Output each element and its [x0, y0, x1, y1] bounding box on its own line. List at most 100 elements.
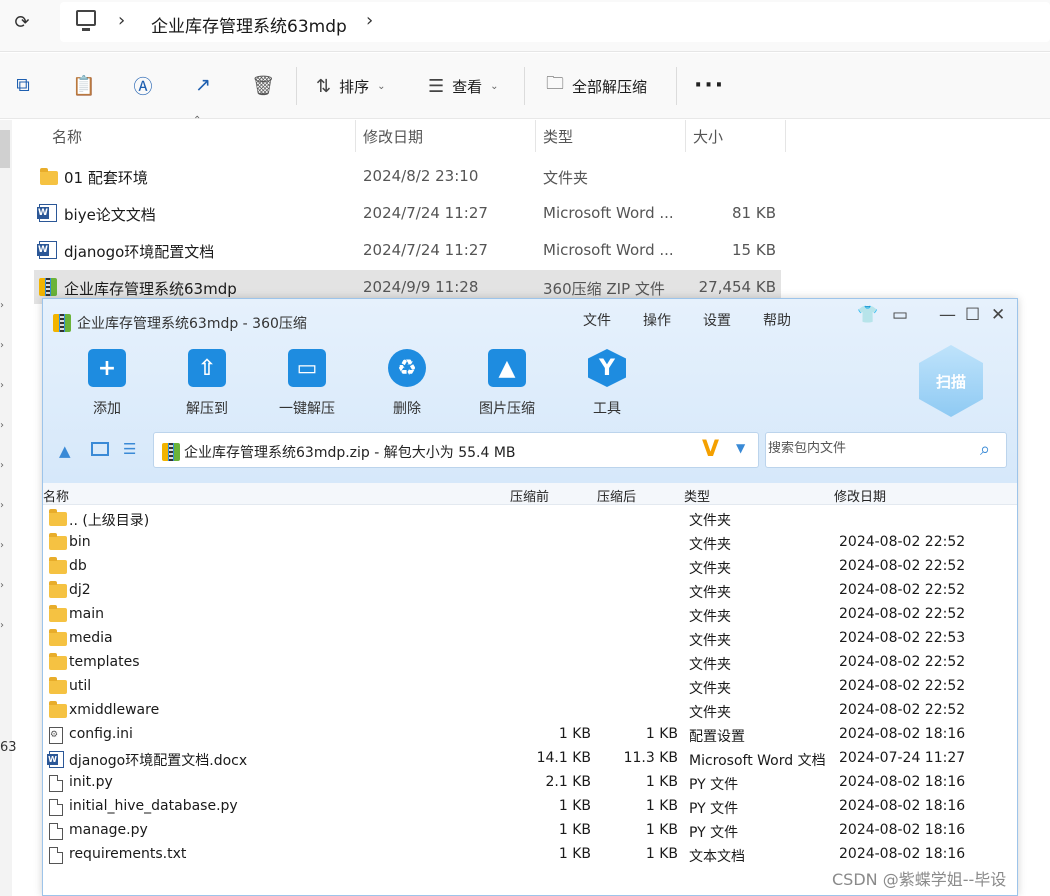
rename-icon[interactable]: Ⓐ	[131, 73, 155, 98]
archive-row[interactable]: dj2 文件夹 2024-08-02 22:52	[43, 579, 1017, 603]
column-header-date[interactable]: 修改日期	[834, 486, 886, 505]
paste-icon[interactable]: 📋	[72, 73, 96, 97]
add-button[interactable]: + 添加	[64, 349, 150, 418]
archive-row[interactable]: templates 文件夹 2024-08-02 22:52	[43, 651, 1017, 675]
archive-row[interactable]: xmiddleware 文件夹 2024-08-02 22:52	[43, 699, 1017, 723]
nav-expand-icon[interactable]: ›	[0, 380, 4, 391]
archive-row[interactable]: init.py 2.1 KB 1 KB PY 文件 2024-08-02 18:…	[43, 771, 1017, 795]
list-view-icon[interactable]: ☰	[123, 440, 136, 458]
file-row[interactable]: biye论文文档 2024/7/24 11:27 Microsoft Word …	[34, 196, 781, 230]
zip-header: 企业库存管理系统63mdp - 360压缩 文件 操作 设置 帮助 👕 ▭ — …	[43, 299, 1017, 483]
view-button[interactable]: ☰ 查看 ⌄	[428, 73, 499, 99]
minimize-icon[interactable]: —	[939, 305, 956, 325]
column-header-before[interactable]: 压缩前	[510, 486, 549, 505]
column-divider[interactable]	[685, 120, 686, 152]
tools-button[interactable]: Y 工具	[564, 349, 650, 418]
extract-to-button[interactable]: ⇧ 解压到	[164, 349, 250, 418]
column-header-after[interactable]: 压缩后	[597, 486, 636, 505]
nav-expand-icon[interactable]: ›	[0, 300, 4, 311]
more-options-icon[interactable]: ···	[694, 73, 725, 98]
menu-help[interactable]: 帮助	[763, 310, 791, 330]
chevron-right-icon[interactable]: ›	[118, 10, 125, 31]
nav-expand-icon[interactable]: ›	[0, 460, 4, 471]
archive-search-input[interactable]	[768, 441, 968, 456]
archive-row[interactable]: media 文件夹 2024-08-02 22:53	[43, 627, 1017, 651]
one-click-extract-button[interactable]: ▭ 一键解压	[264, 349, 350, 418]
scan-button[interactable]: 扫描	[919, 345, 983, 417]
archive-row[interactable]: requirements.txt 1 KB 1 KB 文本文档 2024-08-…	[43, 843, 1017, 867]
archive-row[interactable]: initial_hive_database.py 1 KB 1 KB PY 文件…	[43, 795, 1017, 819]
file-size: 81 KB	[732, 204, 776, 222]
file-row[interactable]: 01 配套环境 2024/8/2 23:10 文件夹	[34, 159, 781, 193]
nav-expand-icon[interactable]: ›	[0, 620, 4, 631]
menu-operation[interactable]: 操作	[643, 310, 671, 330]
maximize-icon[interactable]: ☐	[965, 305, 980, 325]
archive-row[interactable]: main 文件夹 2024-08-02 22:52	[43, 603, 1017, 627]
feedback-icon[interactable]: ▭	[892, 305, 908, 325]
nav-expand-icon[interactable]: ›	[0, 420, 4, 431]
archive-search-box[interactable]: ⌕	[765, 432, 1007, 468]
column-header-type[interactable]: 类型	[684, 486, 710, 505]
this-pc-icon[interactable]	[76, 10, 96, 31]
image-compress-button[interactable]: ▲ 图片压缩	[464, 349, 550, 418]
verified-icon[interactable]: V	[702, 437, 719, 462]
archive-row[interactable]: .. (上级目录) 文件夹	[43, 507, 1017, 531]
archive-row[interactable]: util 文件夹 2024-08-02 22:52	[43, 675, 1017, 699]
menu-file[interactable]: 文件	[583, 310, 611, 330]
word-icon	[47, 751, 64, 772]
archive-row[interactable]: manage.py 1 KB 1 KB PY 文件 2024-08-02 18:…	[43, 819, 1017, 843]
archive-entry-after: 1 KB	[645, 726, 678, 742]
archive-entry-name: manage.py	[69, 822, 148, 838]
delete-button[interactable]: ♻ 删除	[364, 349, 450, 418]
archive-entry-name: media	[69, 630, 113, 646]
archive-row[interactable]: config.ini 1 KB 1 KB 配置设置 2024-08-02 18:…	[43, 723, 1017, 747]
file-size: 15 KB	[732, 241, 776, 259]
column-divider[interactable]	[785, 120, 786, 152]
column-header-name[interactable]: 名称	[43, 486, 69, 505]
archive-row[interactable]: bin 文件夹 2024-08-02 22:52	[43, 531, 1017, 555]
nav-expand-icon[interactable]: ›	[0, 580, 4, 591]
column-header-date[interactable]: 修改日期	[363, 120, 423, 152]
up-level-icon[interactable]: ▲	[59, 442, 71, 460]
nav-expand-icon[interactable]: ›	[0, 340, 4, 351]
scan-label: 扫描	[935, 372, 966, 391]
archive-entry-date: 2024-08-02 18:16	[839, 846, 966, 862]
sort-button[interactable]: ⇅ 排序 ⌄	[316, 73, 386, 99]
extract-all-label: 全部解压缩	[572, 77, 648, 96]
archive-row[interactable]: db 文件夹 2024-08-02 22:52	[43, 555, 1017, 579]
delete-icon[interactable]: 🗑	[251, 73, 275, 97]
nav-expand-icon[interactable]: ›	[0, 540, 4, 551]
column-divider[interactable]	[535, 120, 536, 152]
nav-item-fragment[interactable]: 63	[0, 740, 17, 755]
toolbar-divider	[524, 67, 525, 105]
thumbnail-view-icon[interactable]	[91, 442, 109, 456]
breadcrumb[interactable]: › 企业库存管理系统63mdp ›	[60, 2, 1050, 42]
close-icon[interactable]: ✕	[991, 305, 1005, 325]
file-row[interactable]: djanogo环境配置文档 2024/7/24 11:27 Microsoft …	[34, 233, 781, 267]
archive-row[interactable]: djanogo环境配置文档.docx 14.1 KB 11.3 KB Micro…	[43, 747, 1017, 771]
refresh-icon[interactable]: ⟳	[10, 10, 34, 34]
skin-icon[interactable]: 👕	[857, 305, 878, 325]
chevron-right-icon[interactable]: ›	[366, 10, 373, 31]
column-divider[interactable]	[355, 120, 356, 152]
archive-path-bar[interactable]: 企业库存管理系统63mdp.zip - 解包大小为 55.4 MB V ▼	[153, 432, 759, 468]
nav-expand-icon[interactable]: ›	[0, 500, 4, 511]
column-header-size[interactable]: 大小	[693, 120, 723, 152]
archive-entry-date: 2024-08-02 22:52	[839, 558, 966, 574]
column-header-type[interactable]: 类型	[543, 120, 573, 152]
folder-icon	[49, 701, 67, 719]
archive-entry-name: requirements.txt	[69, 846, 187, 862]
column-header-name[interactable]: 名称	[52, 120, 82, 152]
archive-entry-type: 文件夹	[689, 633, 731, 649]
extract-all-button[interactable]: 🗀 全部解压缩	[546, 73, 647, 99]
chevron-down-icon[interactable]: ▼	[736, 441, 745, 455]
search-icon[interactable]: ⌕	[980, 439, 990, 460]
share-icon[interactable]: ↗	[191, 73, 215, 97]
menu-settings[interactable]: 设置	[703, 310, 731, 330]
archive-entry-after: 1 KB	[645, 846, 678, 862]
archive-entry-type: 文件夹	[689, 609, 731, 625]
breadcrumb-current-folder[interactable]: 企业库存管理系统63mdp	[151, 12, 347, 37]
archive-entry-date: 2024-08-02 22:52	[839, 678, 966, 694]
navigation-scrollbar-thumb[interactable]	[0, 130, 10, 168]
copy-icon[interactable]: ⧉	[11, 73, 35, 97]
